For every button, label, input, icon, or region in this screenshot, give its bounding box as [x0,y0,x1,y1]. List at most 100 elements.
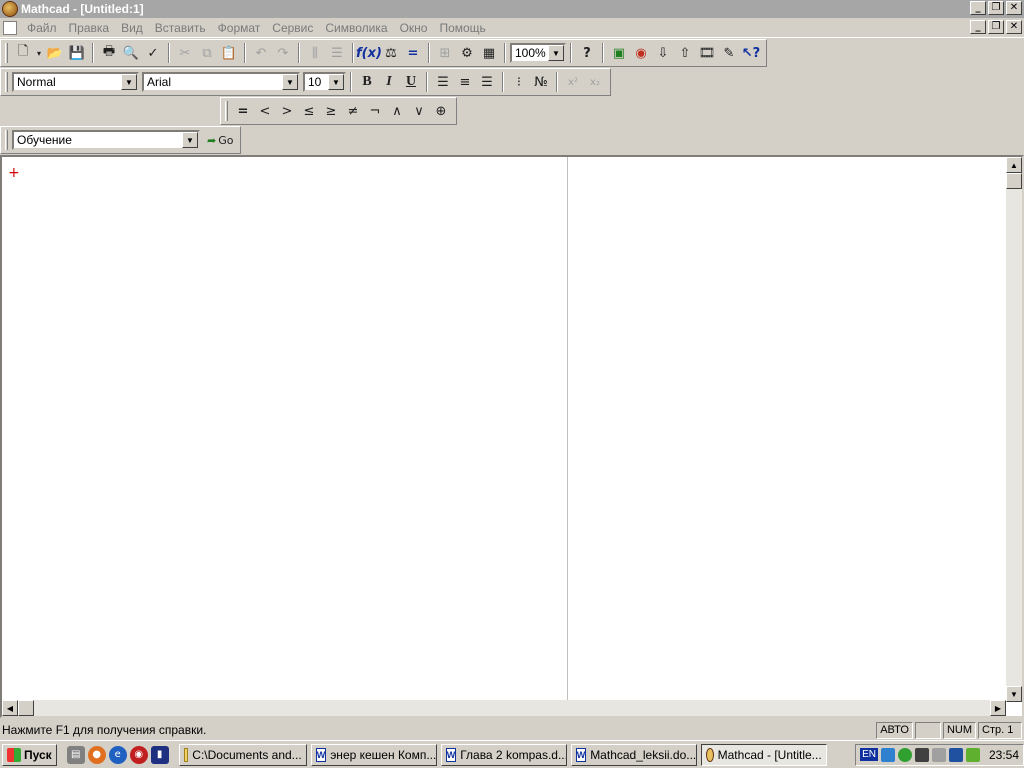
bullet-list-icon[interactable]: ⁝ [508,71,530,93]
redo-icon[interactable]: ↷ [272,42,294,64]
volume-icon[interactable] [931,747,946,762]
print-preview-icon[interactable]: 🔍 [120,42,142,64]
or-button[interactable]: ∨ [408,100,430,122]
align-left-icon[interactable]: ☰ [432,71,454,93]
paste-icon[interactable]: 📋 [218,42,240,64]
scroll-up-icon[interactable]: ▲ [1006,157,1022,173]
insert-matrix-icon[interactable]: ▦ [478,42,500,64]
superscript-icon[interactable]: x² [562,71,584,93]
copy-icon[interactable]: ⧉ [196,42,218,64]
align-across-icon[interactable]: ⫼ [304,42,326,64]
new-dropdown-icon[interactable]: ▾ [34,42,44,64]
show-desktop-icon[interactable]: ▤ [66,745,85,764]
taskbar-item-word-2[interactable]: W Глава 2 kompas.d... [440,743,567,766]
menu-symbolics[interactable]: Символика [319,18,393,38]
chevron-down-icon[interactable]: ▼ [121,74,137,90]
antivirus-icon[interactable] [897,747,912,762]
align-right-icon[interactable]: ☰ [476,71,498,93]
less-equal-button[interactable]: ≤ [298,100,320,122]
italic-button[interactable]: I [378,71,400,93]
app-launcher-icon[interactable]: ▮ [150,745,169,764]
calculate-icon[interactable]: = [402,42,424,64]
doc-minimize-button[interactable]: _ [970,20,986,34]
web-icon[interactable]: ◉ [630,42,652,64]
display-icon[interactable] [948,747,963,762]
chevron-down-icon[interactable]: ▼ [328,74,344,90]
doc-restore-button[interactable]: ❐ [988,20,1004,34]
context-help-icon[interactable]: ↖? [740,42,762,64]
data-import-icon[interactable]: ⇩ [652,42,674,64]
not-equal-button[interactable]: ≠ [342,100,364,122]
menu-edit[interactable]: Правка [63,18,116,38]
taskbar-item-mathcad[interactable]: Mathcad - [Untitle... [700,743,827,766]
numbered-list-icon[interactable]: № [530,71,552,93]
insert-component-icon[interactable]: ⚙ [456,42,478,64]
insert-unit-icon[interactable]: ⚖ [380,42,402,64]
menu-tools[interactable]: Сервис [266,18,319,38]
subscript-icon[interactable]: x₂ [584,71,606,93]
chevron-down-icon[interactable]: ▼ [182,132,198,148]
menu-insert[interactable]: Вставить [149,18,212,38]
horizontal-scroll-thumb[interactable] [18,700,34,716]
media-player-icon[interactable]: ◉ [129,745,148,764]
language-indicator[interactable]: EN [860,748,878,761]
close-button[interactable]: ✕ [1006,1,1022,15]
restore-button[interactable]: ❐ [988,1,1004,15]
new-file-icon[interactable]: 🗋 [12,42,34,64]
scroll-down-icon[interactable]: ▼ [1006,686,1022,702]
greater-than-button[interactable]: > [276,100,298,122]
font-select[interactable]: Arial ▼ [142,72,300,92]
align-center-icon[interactable]: ≡ [454,71,476,93]
doc-close-button[interactable]: ✕ [1006,20,1022,34]
scriptable-object-icon[interactable]: ✎ [718,42,740,64]
and-button[interactable]: ∧ [386,100,408,122]
menu-help[interactable]: Помощь [433,18,491,38]
excel-component-icon[interactable]: ▣ [608,42,630,64]
mathcad-app-icon[interactable] [2,1,18,17]
resources-select[interactable]: Обучение ▼ [12,130,200,150]
underline-button[interactable]: U [400,71,422,93]
not-button[interactable]: ¬ [364,100,386,122]
taskbar-item-word-3[interactable]: W Mathcad_leksii.do... [570,743,697,766]
save-icon[interactable]: 💾 [66,42,88,64]
start-button[interactable]: Пуск [2,743,57,766]
insert-graph-icon[interactable]: ⊞ [434,42,456,64]
chevron-down-icon[interactable]: ▼ [282,74,298,90]
scroll-left-icon[interactable]: ◀ [2,700,18,716]
network-icon[interactable] [880,747,895,762]
device-icon[interactable] [914,747,929,762]
taskbar-item-documents[interactable]: C:\Documents and... [178,743,307,766]
spell-check-icon[interactable]: ✓ [142,42,164,64]
cut-icon[interactable]: ✂ [174,42,196,64]
vertical-scroll-thumb[interactable] [1006,173,1022,189]
menu-view[interactable]: Вид [115,18,149,38]
greater-equal-button[interactable]: ≥ [320,100,342,122]
font-size-select[interactable]: 10 ▼ [303,72,346,92]
vertical-scrollbar[interactable]: ▲ ▼ [1006,157,1022,702]
data-export-icon[interactable]: ⇧ [674,42,696,64]
taskbar-item-word-1[interactable]: W энер кешен Комп... [310,743,437,766]
print-icon[interactable]: 🖶 [98,42,120,64]
nvidia-icon[interactable] [965,747,980,762]
align-down-icon[interactable]: ☰ [326,42,348,64]
xor-button[interactable]: ⊕ [430,100,452,122]
chevron-down-icon[interactable]: ▼ [548,45,564,61]
menu-file[interactable]: Файл [21,18,63,38]
bold-button[interactable]: B [356,71,378,93]
zoom-select[interactable]: 100% ▼ [510,43,566,63]
go-button[interactable]: ➦ Go [204,129,236,151]
scroll-right-icon[interactable]: ▶ [990,700,1006,716]
help-resources-icon[interactable]: ? [576,42,598,64]
internet-explorer-icon[interactable]: e [108,745,127,764]
undo-icon[interactable]: ↶ [250,42,272,64]
video-icon[interactable]: 🎞 [696,42,718,64]
equals-button[interactable]: = [232,100,254,122]
menu-format[interactable]: Формат [212,18,267,38]
minimize-button[interactable]: _ [970,1,986,15]
menu-window[interactable]: Окно [394,18,434,38]
document-icon[interactable] [3,20,17,35]
insert-function-icon[interactable]: f(x) [356,42,382,64]
open-folder-icon[interactable]: 📂 [44,42,66,64]
worksheet[interactable]: + ▲ ▼ ◀ ▶ [0,155,1024,718]
firefox-icon[interactable]: ● [87,745,106,764]
